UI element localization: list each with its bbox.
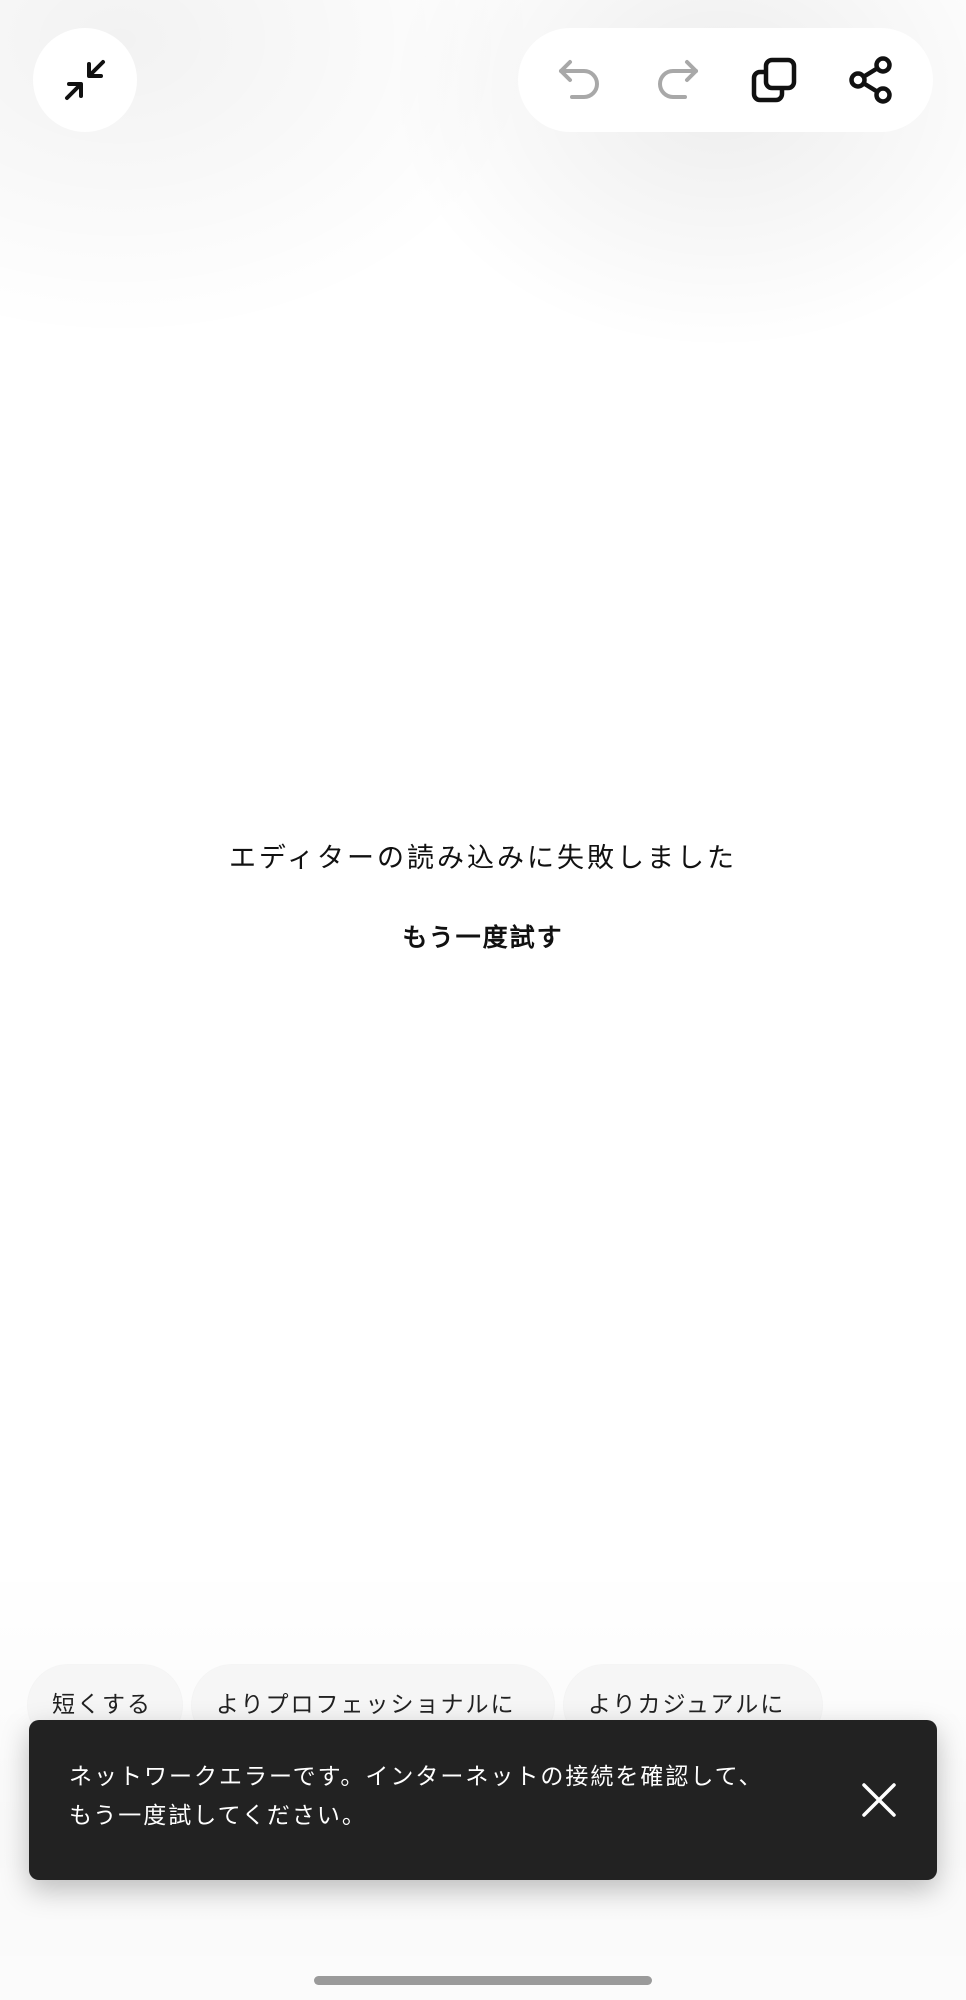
home-indicator[interactable] bbox=[314, 1976, 652, 1985]
editor-toolbar bbox=[518, 28, 933, 132]
editor-load-error-message: エディターの読み込みに失敗しました bbox=[228, 843, 738, 874]
snackbar-message-line-2: もう一度試してください。 bbox=[69, 1803, 367, 1829]
close-icon bbox=[862, 1783, 896, 1817]
redo-icon bbox=[658, 60, 699, 99]
share-button[interactable] bbox=[833, 42, 909, 118]
collapse-arrows-icon bbox=[65, 60, 105, 100]
snackbar-message-line-1: ネットワークエラーです。インターネットの接続を確認して、 bbox=[69, 1764, 764, 1790]
undo-icon bbox=[559, 60, 600, 99]
undo-button[interactable] bbox=[542, 42, 618, 118]
redo-button[interactable] bbox=[639, 42, 715, 118]
collapse-button[interactable] bbox=[33, 28, 137, 132]
snackbar-message: ネットワークエラーです。インターネットの接続を確認して、 もう一度試してください… bbox=[69, 1758, 829, 1836]
copy-icon bbox=[751, 57, 797, 103]
editor-screen: エディターの読み込みに失敗しました もう一度試す 短くする よりプロフェッショナ… bbox=[0, 0, 966, 2000]
retry-button[interactable]: もう一度試す bbox=[383, 916, 583, 960]
snackbar-close-button[interactable] bbox=[849, 1770, 909, 1830]
share-icon bbox=[848, 56, 892, 104]
duplicate-button[interactable] bbox=[736, 42, 812, 118]
network-error-snackbar: ネットワークエラーです。インターネットの接続を確認して、 もう一度試してください… bbox=[29, 1720, 937, 1880]
